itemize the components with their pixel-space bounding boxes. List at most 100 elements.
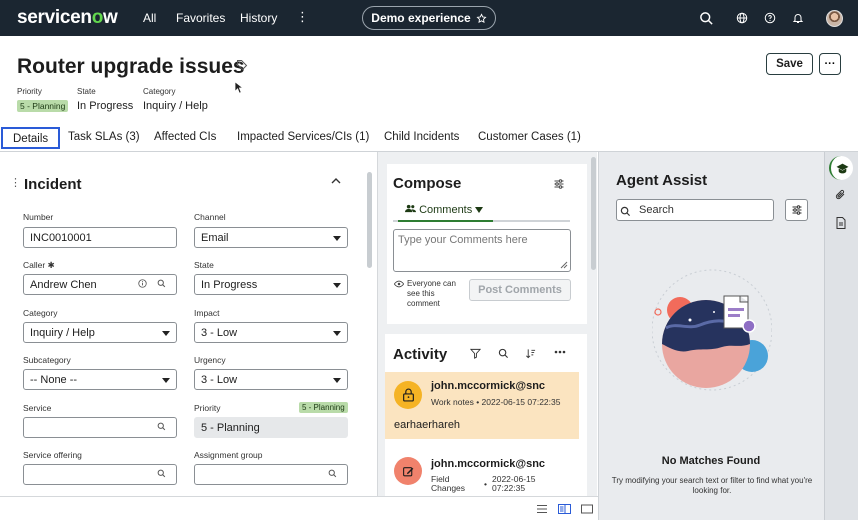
activity-bullet: • [484, 479, 487, 489]
tag-icon[interactable] [236, 58, 248, 76]
eye-icon [393, 280, 405, 290]
bell-icon[interactable] [789, 9, 807, 27]
category-label: Category [143, 87, 176, 96]
tab-affected-cis[interactable]: Affected CIs [154, 131, 216, 143]
comments-textarea[interactable]: Type your Comments here [393, 229, 571, 272]
activity-author[interactable]: john.mccormick@snc [431, 380, 545, 392]
single-layout-icon[interactable] [580, 503, 594, 515]
comments-tab[interactable]: Comments [405, 204, 484, 216]
caller-label: Caller ✱ [23, 260, 55, 270]
channel-label: Channel [194, 212, 226, 222]
channel-value: Email [201, 232, 229, 244]
no-matches-title: No Matches Found [661, 455, 761, 467]
activity-author[interactable]: john.mccormick@snc [431, 458, 545, 470]
save-button[interactable]: Save [766, 53, 813, 75]
compose-settings-icon[interactable] [553, 177, 565, 195]
layout-toolbar [0, 496, 598, 520]
form-scrollbar[interactable] [367, 172, 372, 268]
state-field-value: In Progress [201, 279, 258, 291]
top-navigation: servicenow All Favorites History ⋮ Demo … [0, 0, 858, 36]
urgency-value: 3 - Low [201, 374, 238, 386]
tab-child-incidents[interactable]: Child Incidents [384, 131, 459, 143]
activity-search-icon[interactable] [498, 348, 509, 362]
number-field[interactable]: INC0010001 [23, 227, 177, 248]
priority-badge: 5 - Planning [17, 100, 69, 112]
impact-value: 3 - Low [201, 327, 238, 339]
lookup-search-icon[interactable] [157, 469, 166, 480]
activity-entry-meta: Work notes • 2022-06-15 07:22:35 [431, 397, 561, 407]
impact-select[interactable]: 3 - Low [194, 322, 348, 343]
lookup-search-icon[interactable] [328, 469, 337, 480]
record-title: Router upgrade issues [17, 55, 245, 78]
activity-entry-type: Work notes [431, 397, 474, 407]
resize-handle-icon[interactable] [560, 261, 568, 269]
list-layout-icon[interactable] [535, 503, 549, 515]
activity-entry-time: 2022-06-15 07:22:35 [492, 475, 535, 493]
service-offering-field[interactable] [23, 464, 177, 485]
compose-scrollbar[interactable] [591, 157, 596, 270]
lookup-search-icon[interactable] [157, 279, 166, 290]
nav-more-menu[interactable]: ⋮ [296, 9, 309, 25]
tab-customer-cases[interactable]: Customer Cases (1) [478, 131, 581, 143]
activity-more-icon[interactable] [554, 346, 566, 358]
help-icon[interactable] [761, 9, 779, 27]
drag-handle-icon[interactable]: ⋮ [10, 176, 21, 189]
agent-assist-rail-icon[interactable] [829, 156, 853, 180]
priority-label: Priority [17, 87, 42, 96]
chevron-down-icon [162, 378, 170, 383]
search-icon [620, 204, 631, 222]
state-select[interactable]: In Progress [194, 274, 348, 295]
lock-icon [394, 381, 422, 409]
state-field-label: State [194, 260, 214, 270]
collapse-chevron-icon[interactable] [331, 176, 341, 188]
split-layout-icon[interactable] [557, 503, 571, 515]
tab-impacted-services[interactable]: Impacted Services/CIs (1) [237, 131, 369, 143]
no-matches-subtitle: Try modifying your search text or filter… [611, 476, 813, 495]
agent-assist-search-input[interactable]: Search [616, 199, 774, 221]
category-select[interactable]: Inquiry / Help [23, 322, 177, 343]
nav-favorites[interactable]: Favorites [176, 11, 225, 25]
document-icon[interactable] [834, 216, 848, 230]
tab-details[interactable]: Details [1, 127, 61, 149]
globe-icon[interactable] [733, 9, 751, 27]
assignment-group-field[interactable] [194, 464, 348, 485]
attachment-icon[interactable] [834, 188, 848, 202]
user-avatar[interactable] [826, 10, 843, 27]
priority-field-value: 5 - Planning [201, 422, 260, 434]
info-icon[interactable] [138, 279, 147, 290]
demo-experience-button[interactable]: Demo experience [362, 6, 496, 30]
chevron-down-icon [333, 283, 341, 288]
search-icon[interactable] [697, 9, 715, 27]
activity-entry-type: Field Changes [431, 475, 465, 493]
number-value: INC0010001 [30, 232, 92, 244]
channel-select[interactable]: Email [194, 227, 348, 248]
filter-icon[interactable] [469, 348, 482, 362]
subcategory-select[interactable]: -- None -- [23, 369, 177, 390]
subcategory-label: Subcategory [23, 355, 71, 365]
more-actions-button[interactable]: ··· [819, 53, 841, 75]
chevron-down-icon [333, 236, 341, 241]
lookup-search-icon[interactable] [157, 422, 166, 433]
servicenow-logo[interactable]: servicenow [17, 7, 118, 29]
urgency-select[interactable]: 3 - Low [194, 369, 348, 390]
assignment-group-label: Assignment group [194, 450, 263, 460]
state-label: State [77, 87, 96, 96]
agent-assist-filter-button[interactable] [785, 199, 808, 221]
chevron-down-icon [333, 331, 341, 336]
activity-entry-text: earhaerhareh [394, 419, 461, 431]
nav-all[interactable]: All [143, 11, 156, 25]
priority-field-label: Priority [194, 403, 221, 413]
comments-tab-label: Comments [419, 204, 473, 216]
caller-field[interactable]: Andrew Chen [23, 274, 177, 295]
activity-time-line: 07:22:35 [492, 483, 526, 493]
service-field[interactable] [23, 417, 177, 438]
record-tabs: Details Task SLAs (3) Affected CIs Impac… [0, 127, 858, 152]
post-comments-button[interactable]: Post Comments [469, 279, 571, 301]
sort-icon[interactable] [525, 348, 536, 362]
agent-search-placeholder: Search [639, 204, 674, 216]
category-field-value: Inquiry / Help [30, 327, 95, 339]
tab-task-slas[interactable]: Task SLAs (3) [68, 131, 140, 143]
nav-history[interactable]: History [240, 11, 277, 25]
mouse-cursor-icon [234, 81, 244, 99]
category-field-label: Category [23, 308, 58, 318]
